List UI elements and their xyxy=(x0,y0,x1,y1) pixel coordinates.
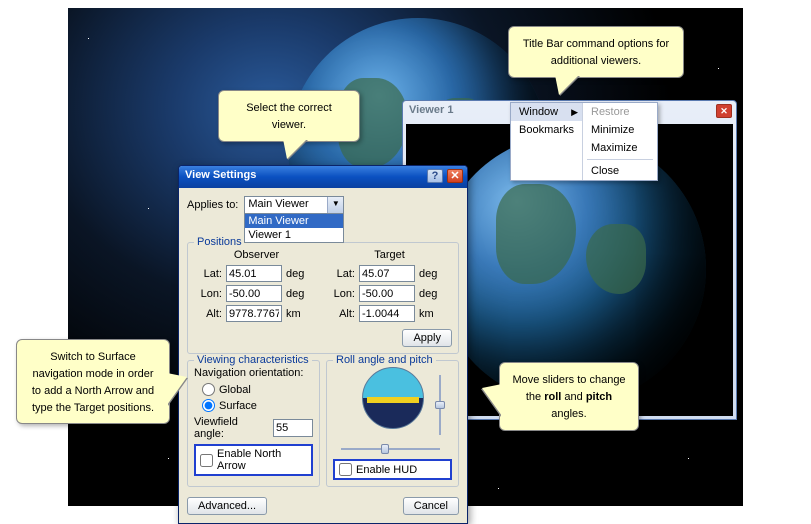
menu-minimize[interactable]: Minimize xyxy=(583,121,657,139)
viewer1-close-button[interactable]: ✕ xyxy=(716,104,732,118)
viewfield-angle-input[interactable] xyxy=(273,419,313,437)
enable-hud-checkbox[interactable] xyxy=(339,463,352,476)
viewing-legend: Viewing characteristics xyxy=(194,354,312,366)
observer-lon-input[interactable] xyxy=(226,285,282,302)
combo-option-main[interactable]: Main Viewer xyxy=(245,214,343,228)
applies-to-label: Applies to: xyxy=(187,199,238,211)
target-heading: Target xyxy=(327,249,452,261)
chevron-down-icon: ▼ xyxy=(327,197,343,213)
observer-heading: Observer xyxy=(194,249,319,261)
apply-button[interactable]: Apply xyxy=(402,329,452,347)
target-alt-input[interactable] xyxy=(359,305,415,322)
menu-bookmarks[interactable]: Bookmarks xyxy=(511,121,582,139)
menu-separator xyxy=(587,159,653,160)
nav-global-radio[interactable] xyxy=(202,383,215,396)
applies-to-combo[interactable]: Main Viewer▼ Main Viewer Viewer 1 xyxy=(244,196,344,214)
roll-pitch-legend: Roll angle and pitch xyxy=(333,354,436,366)
menu-window[interactable]: Window▶ xyxy=(511,103,582,121)
callout-sliders: Move sliders to change the roll and pitc… xyxy=(499,362,639,431)
observer-lat-input[interactable] xyxy=(226,265,282,282)
callout-titlebar-options: Title Bar command options for additional… xyxy=(508,26,684,78)
combo-option-viewer1[interactable]: Viewer 1 xyxy=(245,228,343,242)
pitch-slider[interactable] xyxy=(434,375,446,435)
applies-to-dropdown: Main Viewer Viewer 1 xyxy=(244,213,344,243)
nav-surface-radio[interactable] xyxy=(202,399,215,412)
callout-surface-nav: Switch to Surface navigation mode in ord… xyxy=(16,339,170,424)
target-lon-input[interactable] xyxy=(359,285,415,302)
help-button[interactable]: ? xyxy=(427,169,443,183)
dialog-titlebar[interactable]: View Settings ? ✕ xyxy=(179,166,467,188)
menu-restore[interactable]: Restore xyxy=(583,103,657,121)
cancel-button[interactable]: Cancel xyxy=(403,497,459,515)
attitude-indicator xyxy=(362,367,424,429)
observer-alt-input[interactable] xyxy=(226,305,282,322)
viewer1-title-text: Viewer 1 xyxy=(409,104,453,116)
titlebar-context-menu: Window▶ Bookmarks Restore Minimize Maxim… xyxy=(510,102,658,181)
menu-close[interactable]: Close xyxy=(583,162,657,180)
nav-orientation-label: Navigation orientation: xyxy=(194,367,313,379)
target-lat-input[interactable] xyxy=(359,265,415,282)
enable-north-arrow-checkbox[interactable] xyxy=(200,454,213,467)
chevron-right-icon: ▶ xyxy=(571,107,578,118)
dialog-title-text: View Settings xyxy=(185,169,256,181)
positions-legend: Positions xyxy=(194,236,245,248)
view-settings-dialog: View Settings ? ✕ Applies to: Main Viewe… xyxy=(178,165,468,524)
roll-thumb[interactable] xyxy=(381,444,389,454)
viewfield-label: Viewfield angle: xyxy=(194,416,267,440)
pitch-thumb[interactable] xyxy=(435,401,445,409)
callout-select-viewer: Select the correct viewer. xyxy=(218,90,360,142)
advanced-button[interactable]: Advanced... xyxy=(187,497,267,515)
roll-slider[interactable] xyxy=(341,443,440,455)
menu-maximize[interactable]: Maximize xyxy=(583,139,657,157)
close-button[interactable]: ✕ xyxy=(447,169,463,183)
